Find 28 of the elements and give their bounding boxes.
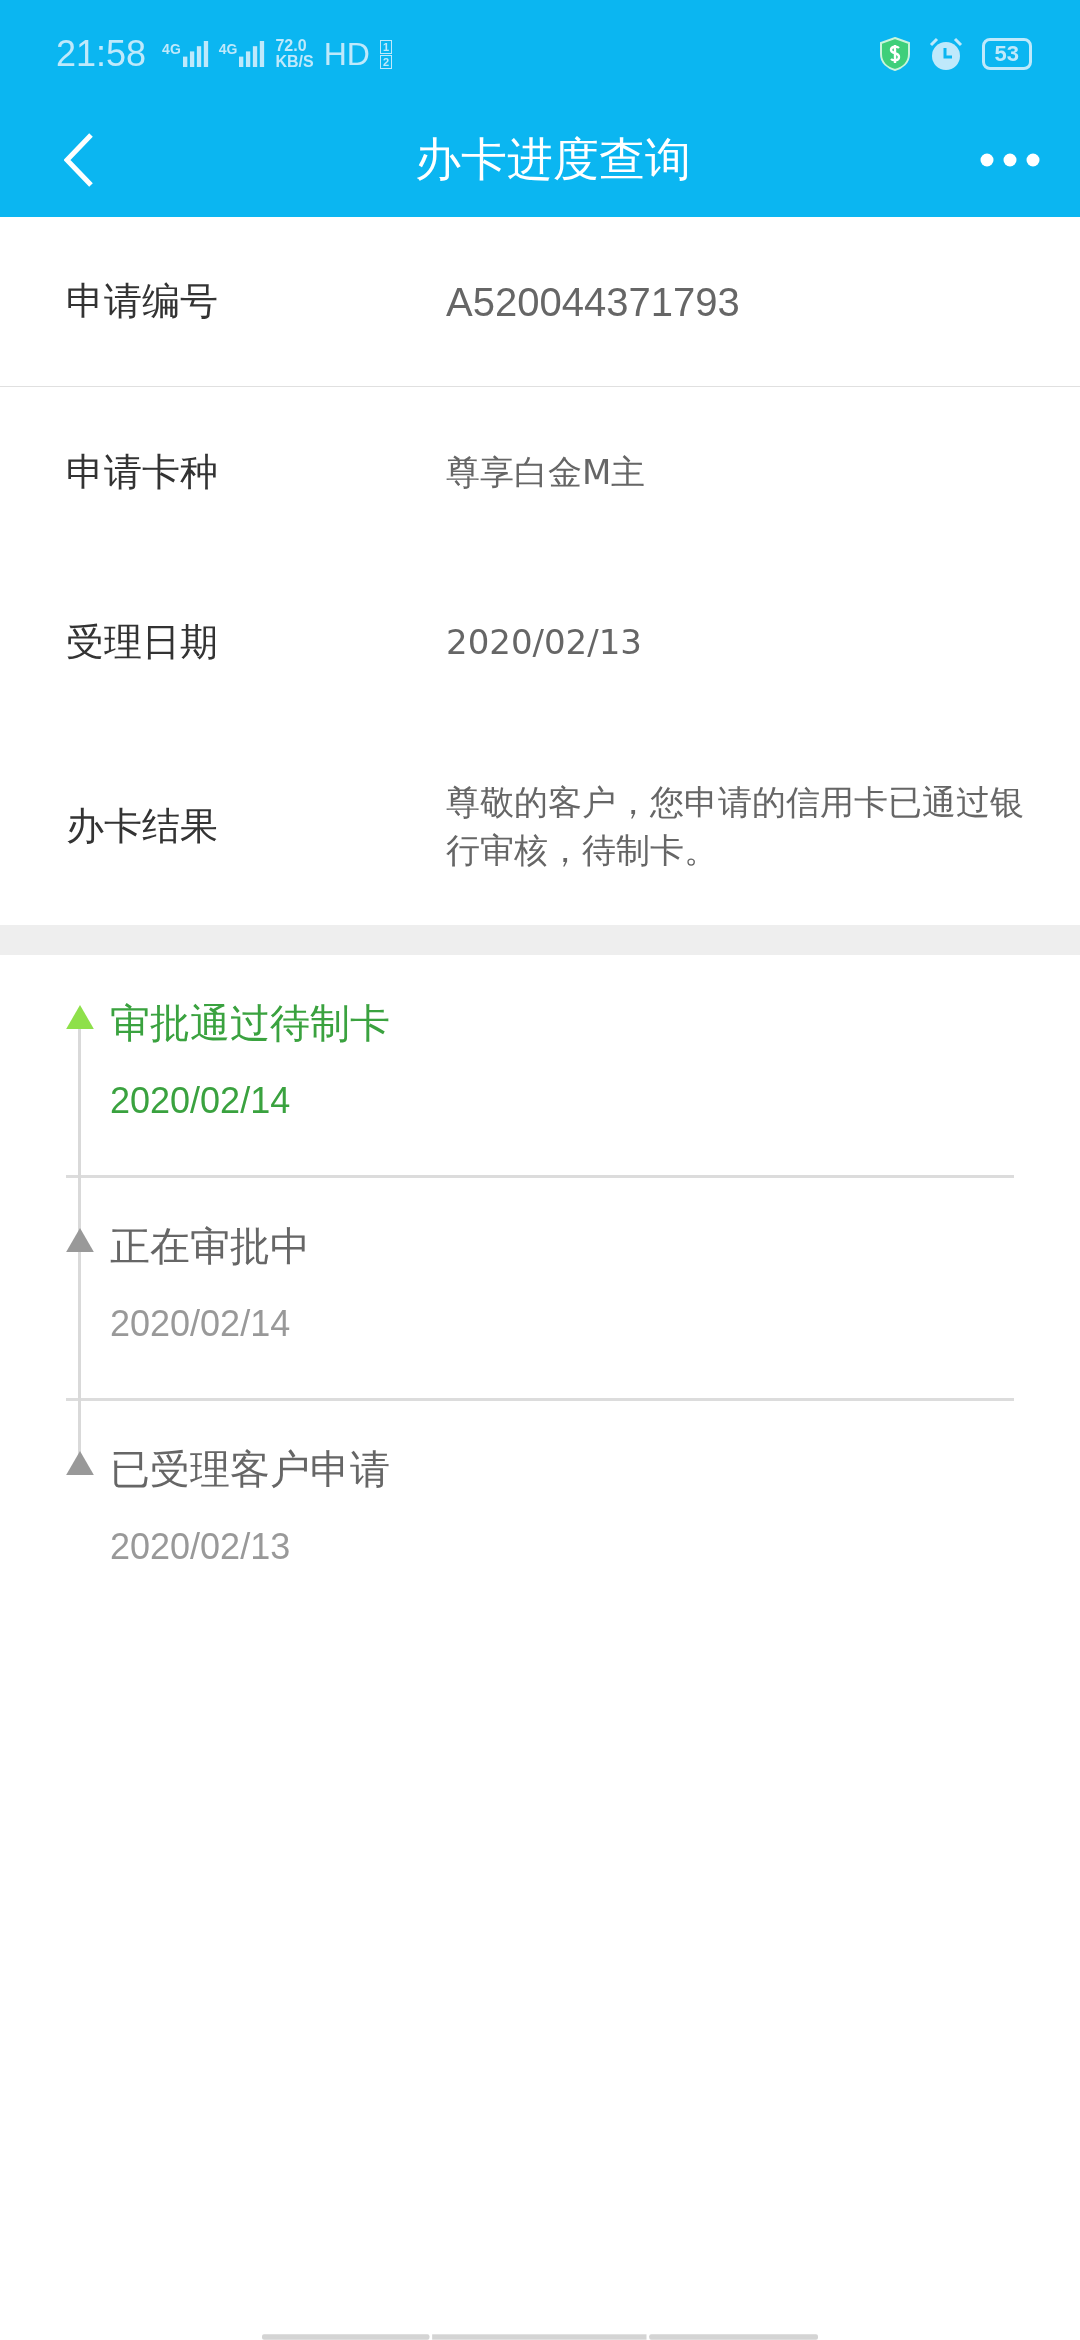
field-label: 受理日期 (66, 618, 219, 666)
field-value: 尊敬的客户，您申请的信用卡已通过银行审核，待制卡。 (446, 781, 1025, 872)
step-date: 2020/02/14 (110, 1302, 292, 1346)
speed-unit: KB/S (275, 54, 314, 70)
field-value: 2020/02/13 (446, 621, 643, 664)
field-value: 尊享白金M主 (446, 451, 647, 494)
step-date: 2020/02/14 (110, 1079, 292, 1123)
field-value: A520044371793 (446, 278, 741, 326)
sim-number: 2 (379, 54, 393, 69)
hd-label: HD (323, 35, 370, 73)
shield-icon (879, 37, 910, 71)
signal-indicator: 4G (162, 41, 209, 67)
field-label: 申请卡种 (66, 448, 219, 496)
field-label: 办卡结果 (66, 802, 219, 850)
signal-indicator: 4G (218, 41, 266, 67)
back-icon[interactable] (64, 132, 94, 187)
alarm-icon (927, 36, 964, 72)
network-speed: 72.0 (275, 38, 308, 54)
step-title: 已受理客户申请 (110, 1445, 391, 1494)
field-label: 申请编号 (66, 278, 219, 325)
sim-number: 1 (379, 39, 393, 54)
battery-indicator: 53 (981, 38, 1032, 70)
step-title: 审批通过待制卡 (110, 999, 391, 1048)
page-title: 办卡进度查询 (415, 130, 691, 188)
more-icon[interactable] (980, 152, 1040, 167)
status-time: 21:58 (56, 33, 147, 75)
step-date: 2020/02/13 (110, 1525, 292, 1569)
step-title: 正在审批中 (110, 1222, 311, 1271)
